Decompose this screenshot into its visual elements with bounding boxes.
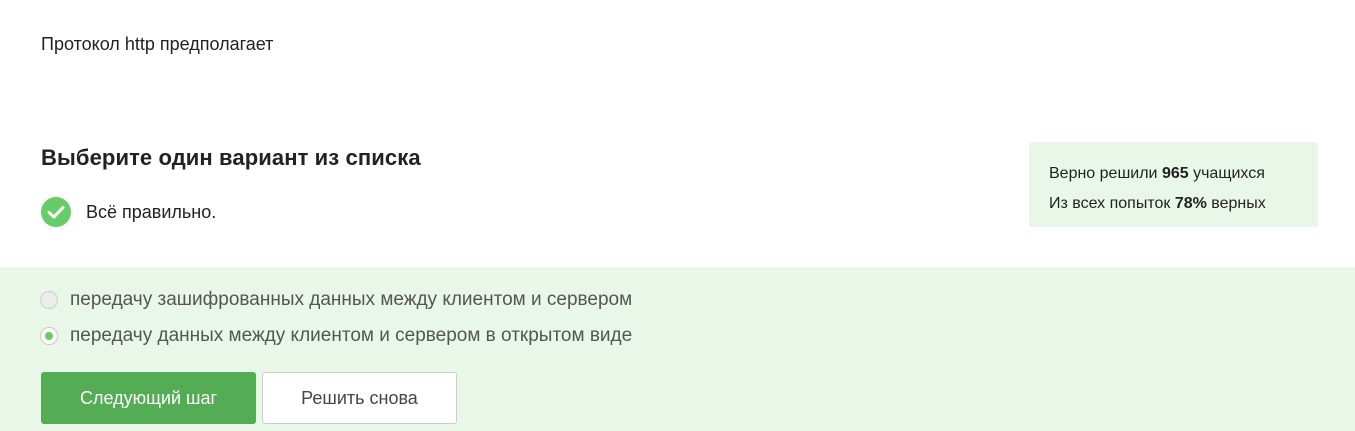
question-text: Протокол http предполагает: [41, 34, 274, 54]
feedback-text: Всё правильно.: [86, 201, 217, 222]
check-circle-icon: [41, 197, 71, 227]
option-2-label: передачу данных между клиентом и серверо…: [70, 325, 633, 346]
quiz-step: Протокол http предполагает Выберите один…: [0, 0, 1355, 431]
stats-attempts-prefix: Из всех попыток: [1049, 195, 1175, 212]
stats-attempts-line: Из всех попыток 78% верных: [1049, 189, 1318, 219]
stats-solved-suffix: учащихся: [1188, 165, 1265, 182]
radio-button-unchecked[interactable]: [40, 291, 58, 309]
option-2[interactable]: передачу данных между клиентом и серверо…: [40, 325, 632, 347]
instructions-title: Выберите один вариант из списка: [41, 145, 421, 170]
stats-panel: Верно решили 965 учащихся Из всех попыто…: [1029, 142, 1318, 227]
radio-button-checked[interactable]: [40, 327, 58, 345]
retry-button[interactable]: Решить снова: [262, 372, 457, 424]
answer-area: передачу зашифрованных данных между клие…: [0, 267, 1355, 431]
option-1-label: передачу зашифрованных данных между клие…: [70, 289, 633, 310]
feedback-message: Всё правильно.: [41, 197, 216, 227]
stats-solved-prefix: Верно решили: [1049, 165, 1162, 182]
stats-solved-count: 965: [1161, 165, 1189, 182]
option-1[interactable]: передачу зашифрованных данных между клие…: [40, 289, 632, 311]
next-step-button[interactable]: Следующий шаг: [41, 372, 256, 424]
stats-solved-line: Верно решили 965 учащихся: [1049, 159, 1318, 189]
radio-selected-dot: [45, 332, 53, 340]
stats-attempts-percent: 78%: [1174, 195, 1207, 212]
stats-attempts-suffix: верных: [1206, 195, 1266, 212]
